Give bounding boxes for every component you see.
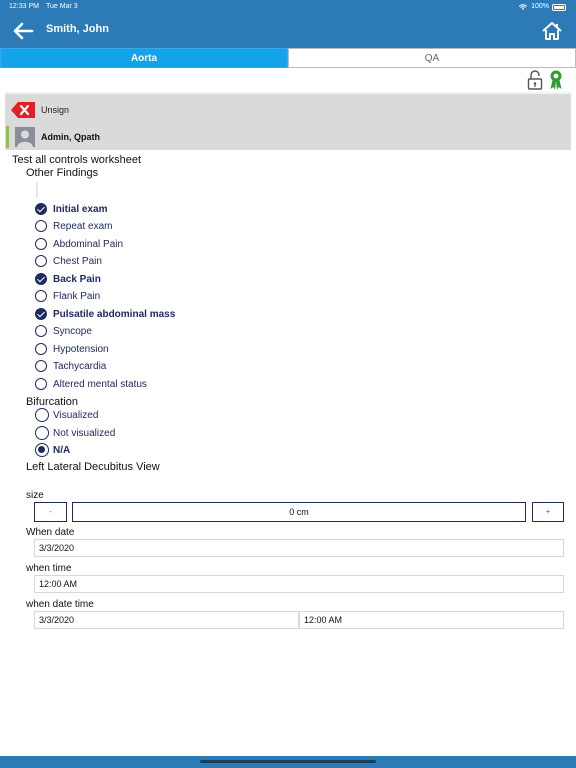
home-indicator-pill[interactable] [200,760,376,763]
check-circle-icon [35,343,47,355]
finding-hypotension[interactable]: Hypotension [35,341,109,357]
bifurcation-na[interactable]: N/A [35,442,70,458]
wifi-icon [518,4,528,10]
status-bar: 12:33 PM Tue Mar 3 100% [0,0,576,14]
patient-name: Smith, John [46,23,109,35]
back-arrow-icon[interactable] [12,22,34,40]
finding-label: Abdominal Pain [53,238,124,250]
tab-bar: Aorta QA [0,48,576,68]
finding-initial-exam[interactable]: Initial exam [35,201,107,217]
signer-name: Admin, Qpath [41,132,100,142]
finding-repeat-exam[interactable]: Repeat exam [35,218,112,234]
tab-aorta[interactable]: Aorta [0,48,288,68]
nav-header: Smith, John [0,14,576,48]
radio-ring-icon [35,408,49,422]
status-date: Tue Mar 3 [46,3,78,10]
check-circle-icon [35,290,47,302]
finding-label: Repeat exam [53,220,113,232]
finding-abdominal-pain[interactable]: Abdominal Pain [35,236,123,252]
finding-label: Hypotension [53,343,109,355]
bifurcation-visualized[interactable]: Visualized [35,407,98,423]
lock-bar [5,68,571,92]
finding-label: Flank Pain [53,290,101,302]
check-circle-icon [35,308,47,320]
findings-divider [36,182,38,198]
other-findings-label: Other Findings [26,167,99,179]
status-time: 12:33 PM [9,3,39,10]
finding-label: Chest Pain [53,255,102,267]
finding-altered-mental-status[interactable]: Altered mental status [35,376,147,392]
check-circle-icon [35,238,47,250]
finding-syncope[interactable]: Syncope [35,323,92,339]
battery-percent: 100% [531,3,549,10]
tab-qa[interactable]: QA [288,48,576,68]
award-ribbon-icon[interactable] [549,69,563,91]
lateral-view-label: Left Lateral Decubitus View [26,461,160,473]
check-circle-icon [35,360,47,372]
unlock-icon[interactable] [527,70,543,90]
unsign-x-icon [11,102,35,118]
unsign-label: Unsign [41,105,70,115]
finding-label: Syncope [53,325,92,337]
finding-label: Back Pain [53,273,101,285]
signature-panel: Unsign Admin, Qpath [5,94,571,150]
radio-label: Not visualized [53,427,116,439]
finding-chest-pain[interactable]: Chest Pain [35,253,102,269]
status-right: 100% [518,0,566,14]
bifurcation-not-visualized[interactable]: Not visualized [35,425,115,441]
size-label: size [26,490,44,501]
finding-flank-pain[interactable]: Flank Pain [35,288,100,304]
finding-back-pain[interactable]: Back Pain [35,271,101,287]
check-circle-icon [35,273,47,285]
battery-icon [552,3,566,11]
check-circle-icon [35,220,47,232]
size-value-field[interactable]: 0 cm [72,502,526,522]
finding-label: Tachycardia [53,360,107,372]
when-datetime-date-field[interactable]: 3/3/2020 [34,611,299,629]
finding-label: Altered mental status [53,378,147,390]
signer-accent-bar [6,126,9,148]
check-circle-icon [35,203,47,215]
unsign-button[interactable]: Unsign [11,102,69,118]
home-indicator [0,756,576,768]
when-datetime-label: when date time [26,599,94,610]
home-icon[interactable] [542,22,562,40]
radio-label: N/A [53,444,71,456]
check-circle-icon [35,255,47,267]
finding-label: Pulsatile abdominal mass [53,308,176,320]
finding-label: Initial exam [53,203,108,215]
when-time-field[interactable]: 12:00 AM [34,575,564,593]
when-date-label: When date [26,527,75,538]
check-circle-icon [35,325,47,337]
worksheet-title: Test all controls worksheet [12,154,141,166]
finding-tachycardia[interactable]: Tachycardia [35,358,106,374]
worksheet: Test all controls worksheet Other Findin… [5,150,571,630]
finding-pulsatile-abdominal-mass[interactable]: Pulsatile abdominal mass [35,306,175,322]
signer-row: Admin, Qpath [6,126,100,148]
radio-ring-icon [35,443,49,457]
size-minus-button[interactable]: - [34,502,67,522]
avatar-icon [15,127,35,147]
when-date-field[interactable]: 3/3/2020 [34,539,564,557]
check-circle-icon [35,378,47,390]
when-datetime-time-field[interactable]: 12:00 AM [299,611,564,629]
radio-label: Visualized [53,409,99,421]
when-time-label: when time [26,563,72,574]
radio-ring-icon [35,426,49,440]
size-plus-button[interactable]: + [532,502,564,522]
